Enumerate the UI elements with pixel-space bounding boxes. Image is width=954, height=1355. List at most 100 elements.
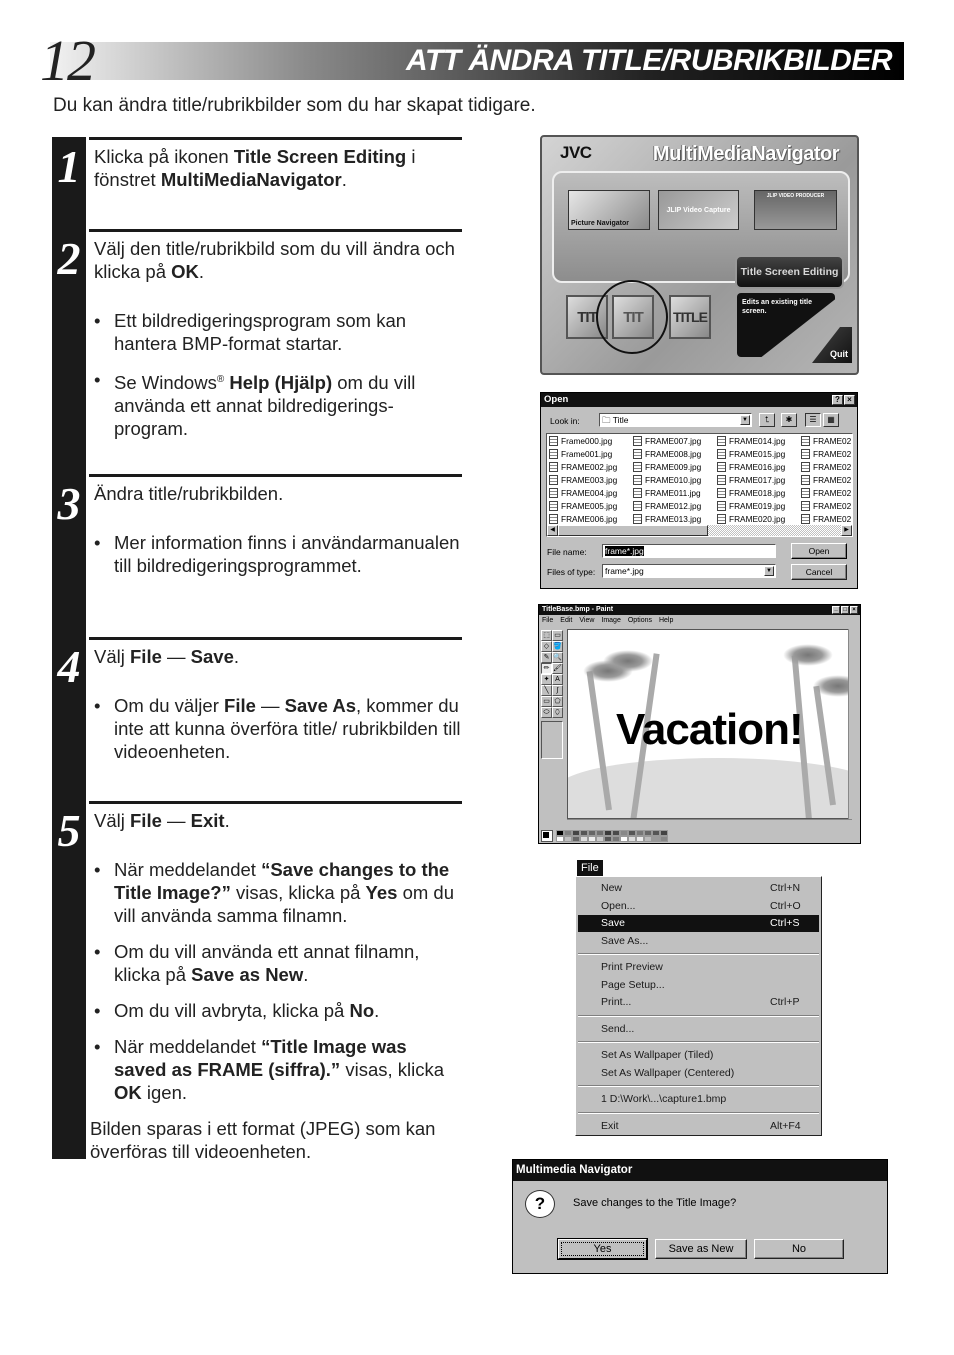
drawing-canvas[interactable]: Vacation! (567, 629, 852, 819)
paint-tool-icon[interactable]: ╲ (541, 685, 552, 696)
color-swatch[interactable] (620, 836, 628, 842)
paint-tool-icon[interactable]: ✎ (541, 652, 552, 663)
menu-file[interactable]: File (542, 615, 553, 626)
menu-item[interactable]: Page Setup... (578, 977, 819, 994)
menu-item[interactable]: New Ctrl+N (578, 880, 819, 897)
jlip-video-producer-tile[interactable]: JLIP VIDEO PRODUCER (754, 190, 837, 230)
file-item[interactable]: FRAME008.jpg (633, 448, 717, 461)
close-icon[interactable]: × (850, 606, 858, 614)
paint-tool-icon[interactable]: ⬚ (541, 630, 552, 641)
color-swatch[interactable] (564, 836, 572, 842)
menu-edit[interactable]: Edit (560, 615, 572, 626)
color-swatch[interactable] (660, 836, 668, 842)
file-item[interactable]: FRAME007.jpg (633, 435, 717, 448)
file-name-input[interactable]: frame*.jpg (602, 544, 776, 558)
maximize-icon[interactable]: □ (841, 606, 849, 614)
color-swatch[interactable] (580, 836, 588, 842)
file-item[interactable]: FRAME02 (801, 487, 852, 500)
picture-navigator-tile[interactable]: Picture Navigator (568, 190, 650, 230)
color-swatch[interactable] (572, 836, 580, 842)
file-item[interactable]: FRAME003.jpg (549, 474, 633, 487)
help-icon[interactable]: ? (832, 395, 843, 405)
up-folder-icon[interactable]: ⮤ (759, 413, 775, 427)
menu-item[interactable]: Print Preview (578, 959, 819, 976)
horizontal-scrollbar[interactable]: ◀ ▶ (547, 525, 852, 536)
file-item[interactable]: FRAME018.jpg (717, 487, 801, 500)
jlip-video-capture-tile[interactable]: JLIP Video Capture (658, 190, 739, 230)
color-swatch[interactable] (556, 836, 564, 842)
file-item[interactable]: FRAME010.jpg (633, 474, 717, 487)
menu-options[interactable]: Options (628, 615, 652, 626)
yes-button[interactable]: Yes (558, 1239, 647, 1259)
file-item[interactable]: FRAME02 (801, 500, 852, 513)
scroll-right-arrow[interactable]: ▶ (841, 525, 852, 536)
color-swatch[interactable] (652, 836, 660, 842)
menu-item[interactable]: Save Ctrl+S (578, 915, 819, 932)
menu-item[interactable]: 1 D:\Work\...\capture1.bmp (578, 1091, 819, 1108)
menu-item[interactable]: Set As Wallpaper (Centered) (578, 1065, 819, 1082)
file-item[interactable]: FRAME011.jpg (633, 487, 717, 500)
horizontal-scrollbar[interactable] (567, 819, 852, 828)
menu-item[interactable]: Send... (578, 1021, 819, 1038)
new-folder-icon[interactable]: ✱ (781, 413, 797, 427)
paint-tool-icon[interactable]: 🔍 (552, 652, 563, 663)
quit-button[interactable]: Quit (812, 327, 852, 363)
file-item[interactable]: FRAME002.jpg (549, 461, 633, 474)
menu-item[interactable]: Print... Ctrl+P (578, 994, 819, 1011)
paint-tool-icon[interactable]: ⬠ (552, 696, 563, 707)
close-icon[interactable]: × (844, 395, 855, 405)
file-item[interactable]: FRAME02 (801, 435, 852, 448)
menu-help[interactable]: Help (659, 615, 673, 626)
paint-tool-icon[interactable]: ⬭ (541, 707, 552, 718)
color-swatch[interactable] (588, 836, 596, 842)
chevron-down-icon[interactable]: ▼ (764, 566, 774, 576)
file-item[interactable]: FRAME005.jpg (549, 500, 633, 513)
menu-view[interactable]: View (579, 615, 594, 626)
color-swatch[interactable] (596, 836, 604, 842)
chevron-down-icon[interactable]: ▼ (740, 415, 750, 425)
menu-item[interactable]: Exit Alt+F4 (578, 1118, 819, 1135)
minimize-icon[interactable]: _ (832, 606, 840, 614)
color-swatch[interactable] (636, 836, 644, 842)
color-swatch[interactable] (644, 836, 652, 842)
file-item[interactable]: FRAME014.jpg (717, 435, 801, 448)
file-item[interactable]: FRAME019.jpg (717, 500, 801, 513)
cancel-button[interactable]: Cancel (791, 564, 847, 580)
file-item[interactable]: FRAME015.jpg (717, 448, 801, 461)
vertical-scrollbar[interactable] (848, 629, 858, 819)
save-as-new-button[interactable]: Save as New (655, 1239, 747, 1259)
paint-tool-icon[interactable]: ▭ (552, 630, 563, 641)
color-swatch[interactable] (604, 836, 612, 842)
file-item[interactable]: Frame000.jpg (549, 435, 633, 448)
file-item[interactable]: FRAME016.jpg (717, 461, 801, 474)
paint-tool-icon[interactable]: ✦ (541, 674, 552, 685)
no-button[interactable]: No (754, 1239, 844, 1259)
file-item[interactable]: FRAME02 (801, 474, 852, 487)
file-item[interactable]: FRAME02 (801, 461, 852, 474)
file-item[interactable]: FRAME004.jpg (549, 487, 633, 500)
paint-tool-icon[interactable]: ✏ (541, 663, 552, 674)
file-type-select[interactable]: frame*.jpg ▼ (602, 564, 776, 578)
file-item[interactable]: FRAME02 (801, 448, 852, 461)
menu-item[interactable]: Save As... (578, 933, 819, 950)
paint-tool-icon[interactable]: ▭ (541, 696, 552, 707)
menu-item[interactable]: Set As Wallpaper (Tiled) (578, 1047, 819, 1064)
file-item[interactable]: FRAME009.jpg (633, 461, 717, 474)
file-item[interactable]: Frame001.jpg (549, 448, 633, 461)
file-item[interactable]: FRAME017.jpg (717, 474, 801, 487)
scroll-thumb[interactable] (558, 525, 708, 536)
menu-image[interactable]: Image (601, 615, 620, 626)
title-icon[interactable]: TITLE (669, 295, 711, 339)
paint-tool-icon[interactable]: 🖌 (552, 663, 563, 674)
paint-tool-icon[interactable]: A (552, 674, 563, 685)
paint-tool-icon[interactable]: ◇ (541, 641, 552, 652)
paint-tool-icon[interactable]: 🪣 (552, 641, 563, 652)
details-view-icon[interactable]: ▦ (823, 413, 839, 427)
color-swatch[interactable] (612, 836, 620, 842)
look-in-select[interactable]: 🗀 Title ▼ (599, 413, 752, 427)
menu-item[interactable]: Open... Ctrl+O (578, 898, 819, 915)
scroll-left-arrow[interactable]: ◀ (547, 525, 558, 536)
paint-tool-icon[interactable]: ∫ (552, 685, 563, 696)
paint-tool-icon[interactable]: ⬯ (552, 707, 563, 718)
menu-file-header[interactable]: File (577, 860, 603, 876)
